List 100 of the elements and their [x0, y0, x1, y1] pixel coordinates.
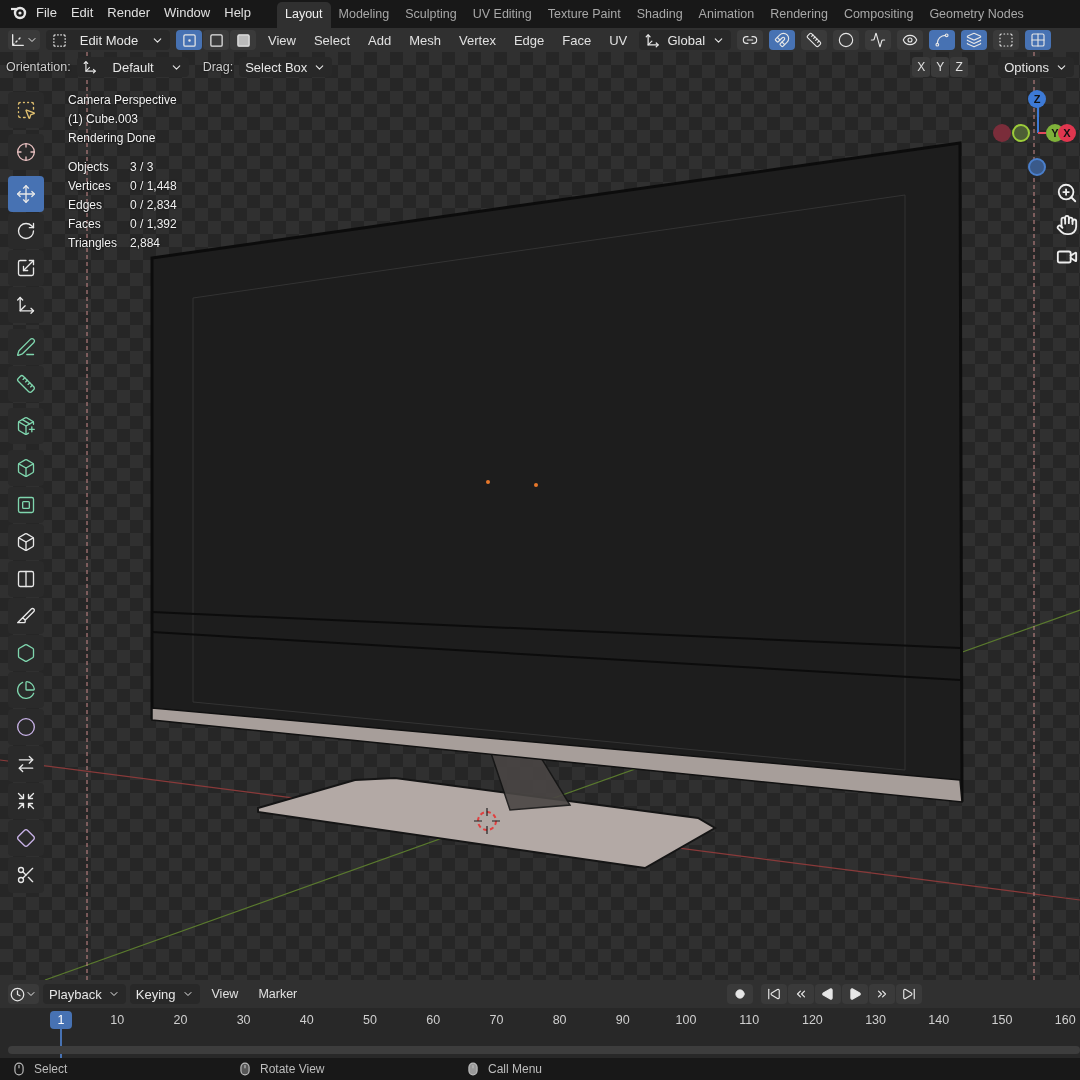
- options-dropdown[interactable]: Options: [998, 57, 1074, 77]
- workspace-tab[interactable]: UV Editing: [464, 2, 540, 28]
- tool-button[interactable]: [8, 450, 44, 486]
- play-reverse-button[interactable]: [815, 984, 841, 1004]
- tool-button[interactable]: [8, 250, 44, 286]
- logo-icon[interactable]: [10, 4, 28, 20]
- axis-handle[interactable]: [1028, 158, 1046, 176]
- toggle-button[interactable]: [961, 30, 988, 50]
- menu-item[interactable]: Window: [158, 4, 217, 20]
- editor-type-button[interactable]: [8, 30, 40, 50]
- select-mode-button[interactable]: [176, 30, 202, 50]
- orientation-dropdown[interactable]: Default: [76, 57, 189, 77]
- zoom-icon[interactable]: [1056, 182, 1078, 204]
- workspace-tab[interactable]: Compositing: [835, 2, 922, 28]
- toggle-button[interactable]: [833, 30, 860, 50]
- tool-button[interactable]: [8, 134, 44, 170]
- rotate-icon: [16, 221, 36, 241]
- menu-item[interactable]: Help: [218, 4, 257, 20]
- menu-item[interactable]: Select: [307, 32, 357, 48]
- timeline-menu[interactable]: Keying: [129, 984, 200, 1004]
- menu-item[interactable]: Face: [556, 32, 598, 48]
- tool-button[interactable]: [8, 820, 44, 856]
- double-chevron-icon: [794, 987, 808, 1001]
- tool-button[interactable]: [8, 635, 44, 671]
- cube-icon: [16, 532, 36, 552]
- pan-icon[interactable]: [1056, 214, 1078, 236]
- menu-item[interactable]: Render: [101, 4, 156, 20]
- workspace-tab[interactable]: Animation: [690, 2, 763, 28]
- timeline-menu[interactable]: Marker: [250, 987, 306, 1001]
- inset-icon: [16, 495, 36, 515]
- tool-button[interactable]: [8, 487, 44, 523]
- tool-button[interactable]: [8, 287, 44, 323]
- menu-item[interactable]: Edge: [507, 32, 551, 48]
- tool-button[interactable]: [8, 746, 44, 782]
- tool-button[interactable]: [8, 857, 44, 893]
- mirror-axis-button[interactable]: Z: [950, 57, 969, 77]
- record-button[interactable]: [727, 984, 753, 1004]
- workspace-tab[interactable]: Geometry Nodes: [921, 2, 1032, 28]
- tool-button[interactable]: [8, 213, 44, 249]
- mirror-axis-button[interactable]: Y: [931, 57, 950, 77]
- select-mode-button[interactable]: [203, 30, 229, 50]
- workspace-tab[interactable]: Rendering: [762, 2, 836, 28]
- timeline-menu[interactable]: View: [203, 987, 247, 1001]
- axis-handle[interactable]: Z: [1028, 90, 1046, 108]
- jump-end-button[interactable]: [896, 984, 922, 1004]
- orientation-dropdown[interactable]: Global: [639, 30, 732, 50]
- scroll-bar[interactable]: [8, 1046, 1080, 1054]
- tool-button[interactable]: [8, 598, 44, 634]
- tool-button[interactable]: [8, 783, 44, 819]
- tool-button[interactable]: [8, 329, 44, 365]
- frame-number: 150: [991, 1013, 1013, 1027]
- tool-button[interactable]: [8, 408, 44, 444]
- workspace-tab[interactable]: Shading: [628, 2, 691, 28]
- workspace-tab[interactable]: Layout: [277, 2, 331, 28]
- menu-item[interactable]: View: [262, 32, 302, 48]
- axis-handle[interactable]: [1012, 124, 1030, 142]
- axis-handle[interactable]: X: [1058, 124, 1076, 142]
- toggle-button[interactable]: [897, 30, 924, 50]
- next-keyframe-button[interactable]: [869, 984, 895, 1004]
- menu-item[interactable]: Add: [362, 32, 398, 48]
- vertex-select-icon: [181, 32, 197, 48]
- jump-start-button[interactable]: [761, 984, 787, 1004]
- select-mode-button[interactable]: [230, 30, 256, 50]
- toggle-button[interactable]: [993, 30, 1020, 50]
- menu-item[interactable]: Mesh: [403, 32, 448, 48]
- editor-type-button[interactable]: [8, 984, 39, 1004]
- workspace-tab[interactable]: Modeling: [330, 2, 398, 28]
- tool-button[interactable]: [8, 561, 44, 597]
- play-button[interactable]: [842, 984, 868, 1004]
- tool-button[interactable]: [8, 672, 44, 708]
- mode-dropdown[interactable]: Edit Mode: [46, 30, 170, 50]
- menu-item[interactable]: UV: [603, 32, 634, 48]
- toggle-button[interactable]: [865, 30, 892, 50]
- tool-button[interactable]: [8, 92, 44, 128]
- prev-keyframe-button[interactable]: [788, 984, 814, 1004]
- orientation-label: Orientation:: [6, 60, 71, 74]
- toggle-button[interactable]: [737, 30, 764, 50]
- stat-value: 0 / 1,392: [130, 216, 177, 233]
- menu-item[interactable]: Edit: [64, 4, 100, 20]
- menu-item[interactable]: File: [30, 4, 63, 20]
- axes-icon: [82, 60, 97, 74]
- mirror-axis-button[interactable]: X: [912, 57, 931, 77]
- x-axis-line: [1038, 132, 1046, 134]
- axis-handle[interactable]: [993, 124, 1011, 142]
- current-frame[interactable]: 1: [50, 1011, 72, 1029]
- workspace-tab[interactable]: Texture Paint: [539, 2, 629, 28]
- toggle-button[interactable]: [1025, 30, 1052, 50]
- tool-button[interactable]: [8, 709, 44, 745]
- workspace-tab[interactable]: Sculpting: [397, 2, 465, 28]
- tool-button[interactable]: [8, 366, 44, 402]
- toggle-button[interactable]: [929, 30, 956, 50]
- menu-item[interactable]: Vertex: [453, 32, 502, 48]
- drag-dropdown[interactable]: Select Box: [239, 57, 333, 77]
- toggle-button[interactable]: [801, 30, 828, 50]
- cursor-icon: [16, 142, 36, 162]
- tool-button[interactable]: [8, 524, 44, 560]
- toggle-button[interactable]: [769, 30, 796, 50]
- timeline-ruler[interactable]: 1 10 20 30 40 50 60 70 80 90 100 110 120 130 140 150 160: [0, 1008, 1080, 1058]
- viewport[interactable]: Orientation: Default Drag: Select Box X Y Z Options Camera Perspective (1) Cube.003 Rendering Done Objects 3 / 3 Vertices 0 / 1,448 Edges 0 / 2,834 Faces 0 / 1,392 Triangles 2,884 Z Y X: [0, 52, 1080, 980]
- timeline-menu[interactable]: Playback: [43, 984, 126, 1004]
